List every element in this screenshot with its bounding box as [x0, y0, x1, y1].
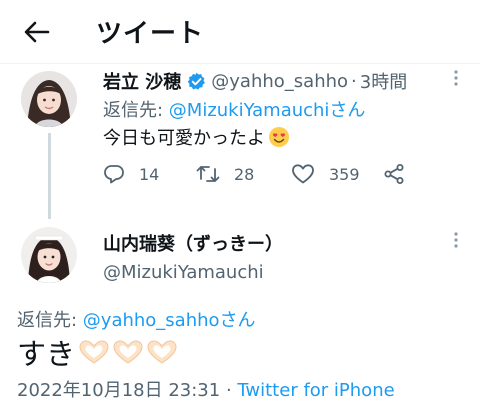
reply-tweet-header: 岩立 沙穂 @yahho_sahho · 3時間 — [103, 68, 407, 94]
more-vertical-icon — [454, 232, 458, 248]
reply-button[interactable]: 14 — [103, 163, 159, 185]
like-count: 359 — [329, 164, 360, 184]
retweet-button[interactable]: 28 — [196, 163, 254, 185]
heart-hands-emoji-group — [78, 339, 180, 365]
top-bar: ツイート — [0, 0, 480, 64]
avatar[interactable] — [21, 71, 77, 127]
replying-to: 返信先: @yahho_sahhoさん — [17, 306, 256, 332]
more-options-button[interactable] — [446, 68, 466, 88]
tweet-text: すき — [17, 337, 76, 371]
tweet-date[interactable]: 2022年10月18日 23:31 — [17, 380, 220, 401]
like-button[interactable]: 359 — [291, 163, 360, 185]
share-icon — [384, 164, 404, 184]
separator-dot: · — [220, 380, 238, 401]
replying-to-link[interactable]: @MizukiYamauchiさん — [169, 100, 366, 121]
tweet-client-link[interactable]: Twitter for iPhone — [237, 380, 394, 401]
tweet-meta: 2022年10月18日 23:31 · Twitter for iPhone — [17, 376, 395, 402]
thread-line — [48, 133, 51, 219]
replying-to: 返信先: @MizukiYamauchiさん — [103, 96, 365, 122]
tweet-text: 今日も可愛かったよ — [103, 128, 265, 149]
reply-count: 14 — [139, 164, 160, 184]
page-title: ツイート — [96, 19, 205, 49]
avatar[interactable] — [21, 227, 77, 283]
reply-tweet-text: 今日も可愛かったよ — [103, 124, 290, 150]
verified-badge-icon — [187, 72, 206, 91]
author-handle[interactable]: @MizukiYamauchi — [103, 262, 264, 283]
tweet-actions: 14 28 359 — [103, 163, 423, 189]
main-tweet-text: すき — [17, 331, 180, 373]
author-name[interactable]: 山内瑞葵（ずっきー） — [103, 230, 283, 256]
separator-dot: · — [351, 70, 357, 92]
tweet-detail-page: ツイート 岩立 沙穂 @yahho_sahho · 3時間 返信先: @Mizu… — [0, 0, 480, 410]
heart-hands-emoji — [79, 340, 109, 364]
retweet-count: 28 — [234, 164, 255, 184]
smiling-face-with-heart-eyes-emoji — [268, 126, 290, 148]
tweet-time[interactable]: 3時間 — [360, 68, 407, 94]
heart-hands-emoji — [113, 340, 143, 364]
arrow-left-icon — [24, 21, 50, 43]
reply-icon — [104, 165, 124, 184]
heart-icon — [292, 164, 314, 184]
heart-hands-emoji — [147, 340, 177, 364]
author-handle[interactable]: @yahho_sahho — [211, 71, 348, 92]
more-options-button[interactable] — [446, 230, 466, 250]
author-name[interactable]: 岩立 沙穂 — [103, 68, 181, 94]
back-button[interactable] — [22, 18, 52, 46]
replying-to-label: 返信先: — [17, 310, 83, 331]
more-vertical-icon — [454, 70, 458, 86]
replying-to-link[interactable]: @yahho_sahhoさん — [83, 310, 256, 331]
replying-to-label: 返信先: — [103, 100, 169, 121]
retweet-icon — [196, 166, 220, 182]
share-button[interactable] — [383, 163, 419, 185]
